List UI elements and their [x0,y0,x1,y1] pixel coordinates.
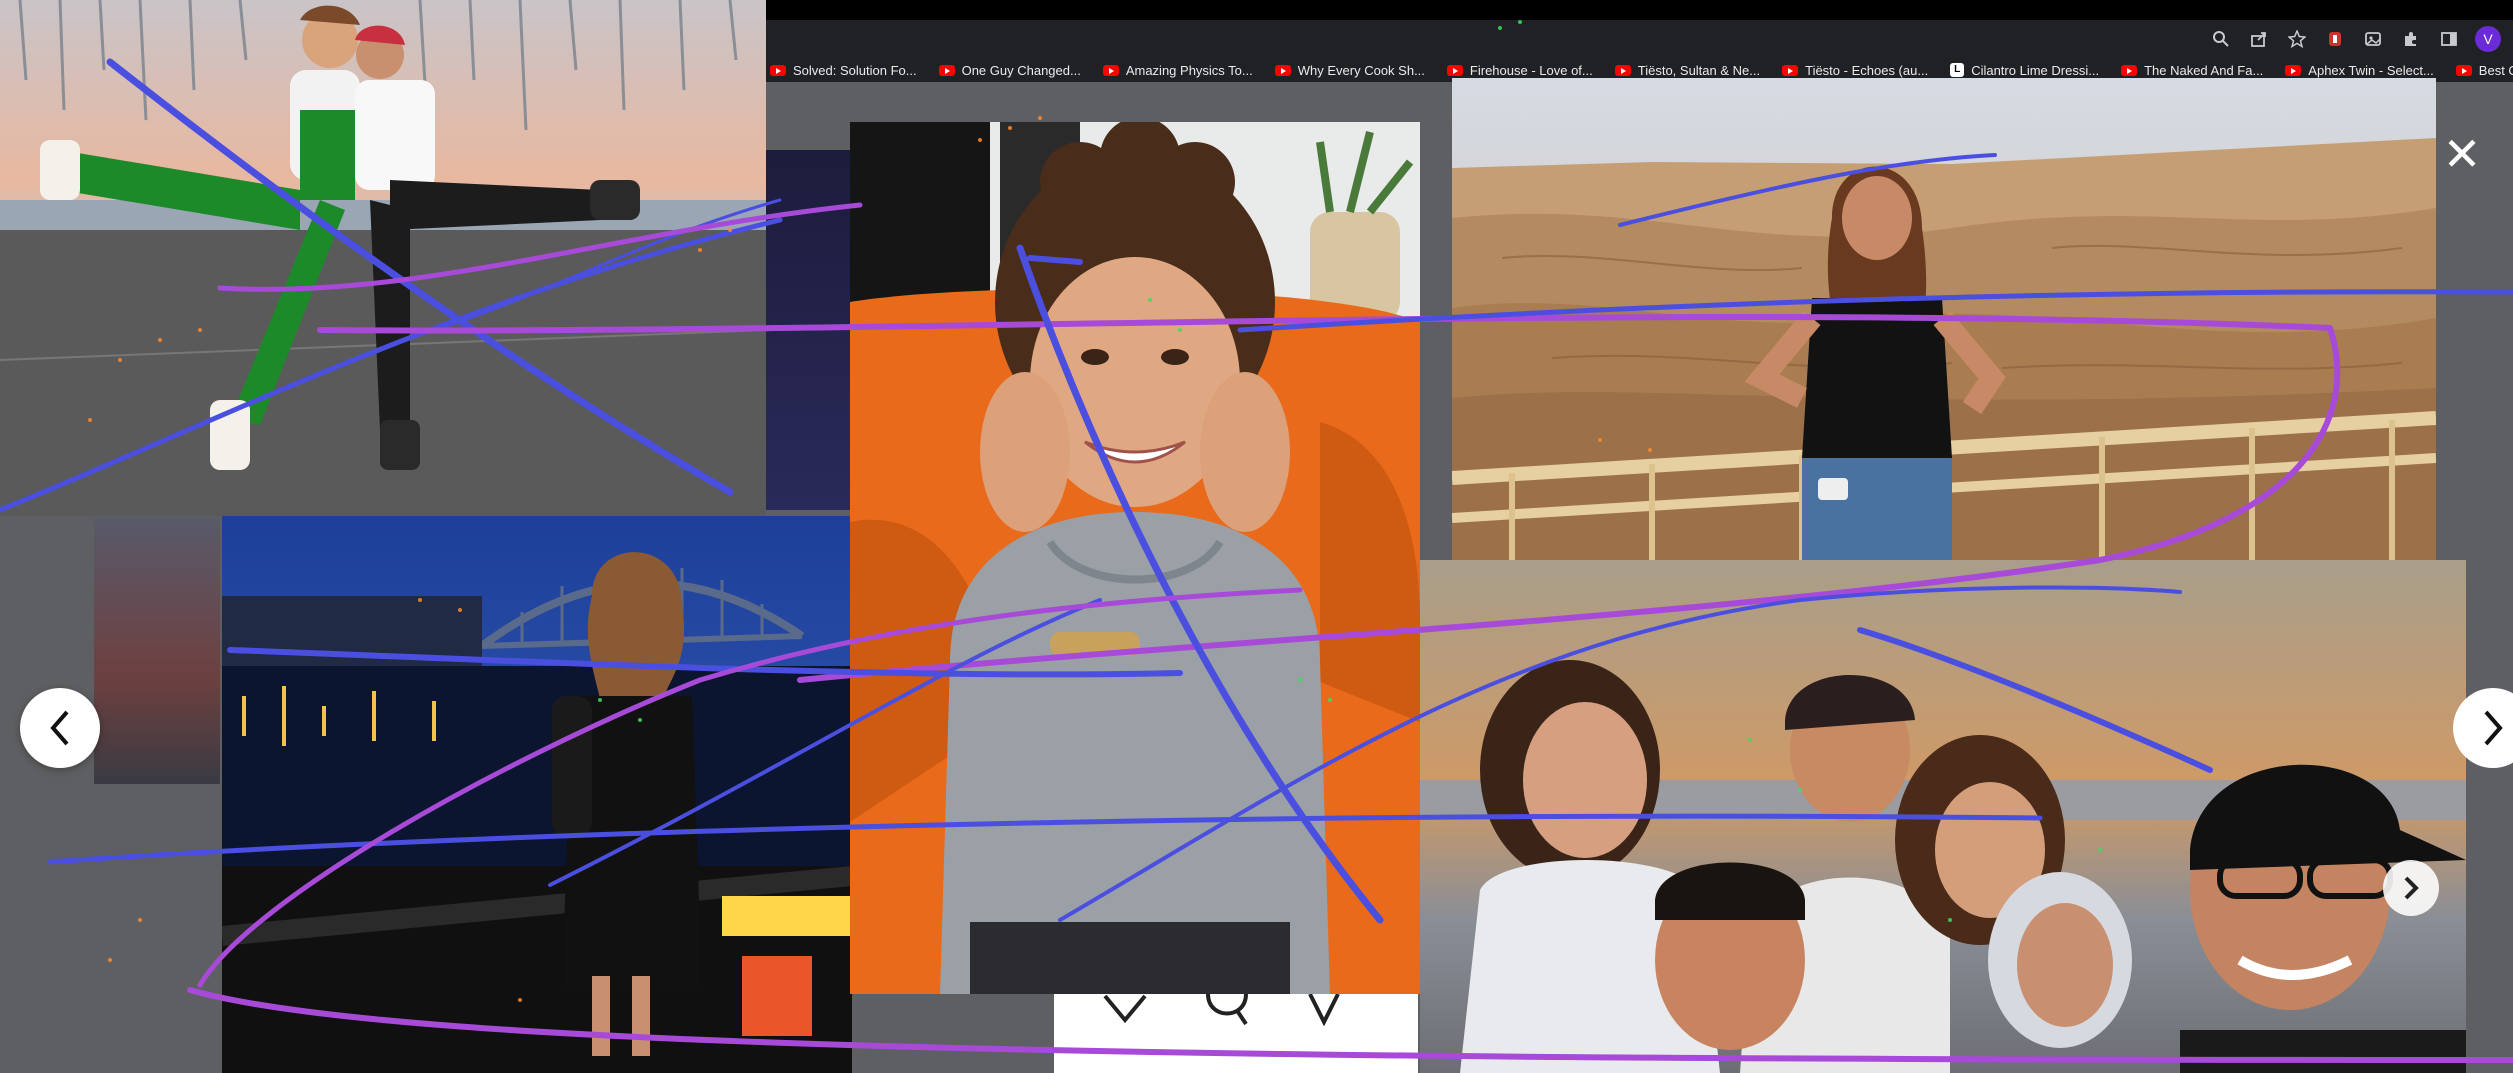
photo-desert-canyon[interactable] [1452,78,2436,560]
share-icon[interactable] [2247,27,2271,51]
bookmark-item[interactable]: Best Of French 79 -... [2455,63,2513,78]
youtube-icon [1614,64,1631,76]
youtube-icon [1782,64,1799,76]
photo-group-selfie[interactable] [1420,560,2466,1073]
bookmark-item[interactable]: Solved: Solution Fo... [770,63,917,78]
photo-night-river[interactable] [222,516,852,1073]
youtube-icon [770,64,786,76]
screenshot-icon[interactable] [2361,27,2385,51]
bookmark-item[interactable]: Why Every Cook Sh... [1274,63,1425,78]
chevron-left-icon [50,710,69,746]
bookmarks-list: Solved: Solution Fo... One Guy Changed..… [770,60,2513,80]
previous-post-button[interactable] [20,688,100,768]
puzzle-icon[interactable] [2399,27,2423,51]
bookmark-item[interactable]: The Naked And Fa... [2121,63,2263,78]
carousel-next-button[interactable] [2383,860,2439,916]
letter-l-icon: L [1950,63,1965,77]
zoom-icon[interactable] [2209,27,2233,51]
photo-festival-couple[interactable] [0,0,766,516]
youtube-icon [1446,64,1463,76]
comment-icon[interactable] [1202,990,1252,1031]
profile-avatar[interactable]: V [2475,26,2501,52]
post-actions [1100,990,1344,1031]
extension-red-icon[interactable] [2323,27,2347,51]
bookmark-item[interactable]: Amazing Physics To... [1102,63,1253,78]
toolbar-icons: V [2209,26,2501,52]
bookmark-item[interactable]: One Guy Changed... [938,63,1081,78]
background-page-fragment [766,150,856,510]
heart-icon[interactable] [1100,990,1150,1031]
bookmark-item[interactable]: Tiësto, Sultan & Ne... [1614,63,1760,78]
share-post-icon[interactable] [1304,990,1344,1031]
sidepanel-icon[interactable] [2437,27,2461,51]
background-post-thumbnail [94,518,220,784]
photo-orange-beanbag[interactable] [850,122,1420,994]
bookmark-item[interactable]: L Cilantro Lime Dressi... [1950,63,2099,78]
youtube-icon [1102,64,1119,76]
star-icon[interactable] [2285,27,2309,51]
bookmark-item[interactable]: Tiësto - Echoes (au... [1782,63,1928,78]
close-lightbox-button[interactable]: ✕ [2442,131,2482,177]
youtube-icon [938,64,955,76]
youtube-icon [2455,64,2472,76]
youtube-icon [1274,64,1291,76]
youtube-icon [2285,64,2302,76]
youtube-icon [2121,64,2138,76]
chevron-right-icon [2404,876,2419,900]
bookmark-item[interactable]: Firehouse - Love of... [1446,63,1593,78]
chevron-right-icon [2484,710,2503,746]
bookmark-item[interactable]: Aphex Twin - Select... [2285,63,2434,78]
close-icon: ✕ [2442,128,2482,180]
lightbox-viewer: V Solved: Solution Fo... One Guy Changed… [0,0,2513,1073]
